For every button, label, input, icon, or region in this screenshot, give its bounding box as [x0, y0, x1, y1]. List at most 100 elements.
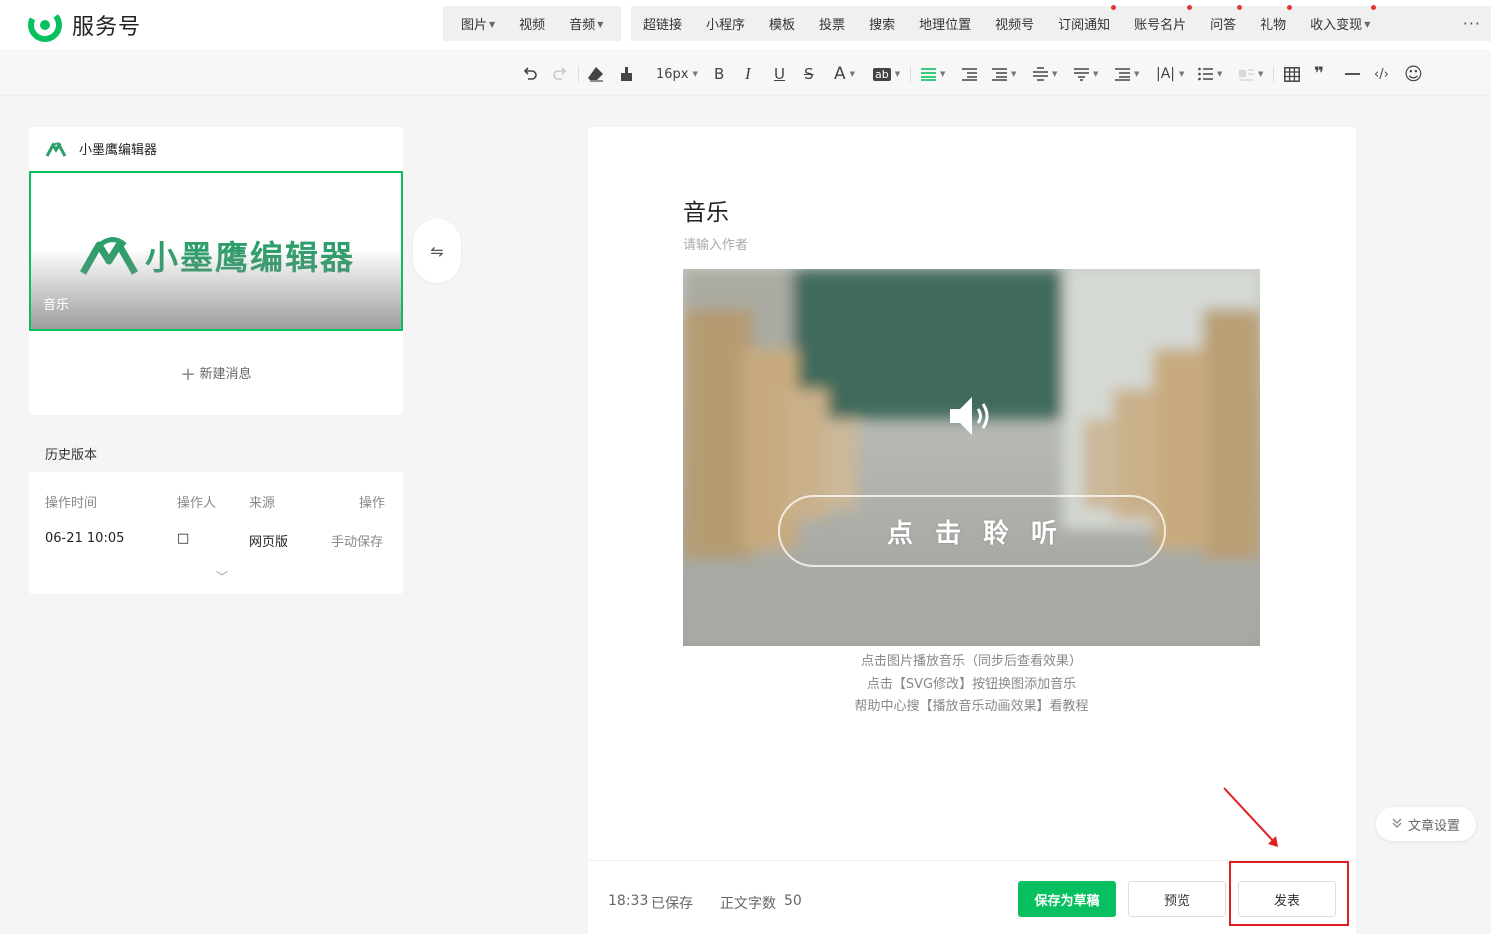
code-button[interactable]: ‹/›: [1374, 62, 1389, 86]
font-color-button[interactable]: A ▼: [834, 62, 855, 86]
new-message-button[interactable]: + 新建消息: [29, 363, 403, 385]
media-menu-label: 视频: [519, 18, 546, 33]
bold-button[interactable]: B: [714, 62, 724, 86]
paragraph-after-button[interactable]: ▼: [1074, 62, 1098, 86]
history-row-action[interactable]: 手动保存: [331, 531, 383, 550]
insert-menu-item[interactable]: 小程序: [694, 14, 757, 33]
font-size-value: 16px: [656, 66, 689, 82]
insert-menu-item[interactable]: 模板: [757, 14, 807, 33]
caption-line: 点击图片播放音乐（同步后查看效果）: [860, 654, 1082, 669]
align-button[interactable]: ▼: [921, 62, 945, 86]
undo-icon[interactable]: [522, 62, 538, 86]
format-painter-icon[interactable]: [618, 62, 634, 86]
italic-icon: I: [745, 64, 751, 83]
letter-spacing-button[interactable]: |A| ▼: [1156, 62, 1184, 86]
plus-icon: +: [180, 364, 196, 385]
cover-title: 音乐: [43, 298, 70, 313]
insert-menu-label: 收入变现: [1310, 18, 1363, 33]
insert-menu-item[interactable]: 超链接: [631, 14, 694, 33]
new-badge-dot: [1371, 5, 1377, 10]
insert-menu-label: 账号名片: [1134, 18, 1187, 33]
annotation-highlight-box: [1229, 861, 1349, 926]
save-draft-button[interactable]: 保存为草稿: [1018, 881, 1116, 917]
insert-menu-item[interactable]: 账号名片: [1122, 5, 1198, 33]
insert-menu-label: 搜索: [869, 18, 896, 33]
insert-menu-label: 问答: [1210, 18, 1237, 33]
word-count-label: 正文字数: [720, 896, 776, 912]
paragraph-after-icon: [1074, 68, 1089, 81]
insert-menu-item[interactable]: 视频号: [983, 14, 1046, 33]
insert-menu-item[interactable]: 地理位置: [907, 14, 983, 33]
code-icon: ‹/›: [1374, 66, 1389, 82]
quote-button[interactable]: ❞: [1314, 62, 1324, 86]
indent-icon: [962, 68, 977, 81]
swap-icon: ⇋: [430, 241, 444, 261]
speaker-icon: [950, 397, 989, 435]
table-button[interactable]: [1284, 62, 1300, 86]
bulleted-list-icon: [1198, 67, 1213, 81]
chevron-down-icon[interactable]: ﹀: [216, 568, 228, 585]
article-cover-card[interactable]: 小墨鹰编辑器 音乐: [29, 171, 403, 331]
insert-menu-item[interactable]: 订阅通知: [1046, 5, 1122, 33]
media-menu-item[interactable]: 视频: [507, 14, 557, 33]
brand-name: 服务号: [72, 15, 142, 40]
paragraph-spacing-button[interactable]: ▼: [1033, 62, 1057, 86]
new-badge-dot: [1237, 5, 1243, 10]
caption-line: 帮助中心搜【播放音乐动画效果】看教程: [854, 699, 1089, 714]
music-cover-image[interactable]: 点击聆听: [683, 269, 1260, 646]
media-menu-item[interactable]: 音频 ▼: [557, 14, 615, 33]
listen-button-label: 点击聆听: [886, 518, 1079, 549]
brand[interactable]: 服务号: [28, 8, 141, 42]
emoji-button[interactable]: ☺: [1404, 62, 1423, 86]
top-bar: 服务号 图片 ▼ 视频 音频 ▼ 超链接 小程序 模板 投票 搜索 地理位置 视频号 订阅通知 账号名片…: [0, 0, 1491, 50]
redo-icon[interactable]: [552, 62, 568, 86]
strikethrough-button[interactable]: S: [804, 62, 814, 86]
insert-menu-item[interactable]: 投票: [807, 14, 857, 33]
editor-brand-name: 小墨鹰编辑器: [79, 143, 158, 158]
author-input[interactable]: 请输入作者: [683, 234, 748, 253]
float-image-button[interactable]: ▼: [1239, 62, 1263, 86]
italic-button[interactable]: I: [745, 62, 751, 86]
list-spacing-icon: [1115, 68, 1130, 81]
insert-menu-item[interactable]: 问答: [1198, 5, 1248, 33]
swap-order-button[interactable]: ⇋: [413, 219, 461, 283]
history-col-source: 来源: [249, 496, 276, 511]
listen-button[interactable]: 点击聆听: [778, 495, 1166, 567]
bold-icon: B: [714, 65, 725, 83]
divider-button[interactable]: [1345, 62, 1360, 86]
xiaomoying-logo-icon: [45, 141, 67, 157]
background-color-button[interactable]: ab ▼: [873, 62, 900, 86]
preview-button[interactable]: 预览: [1128, 881, 1226, 917]
line-height-button[interactable]: ▼: [992, 62, 1016, 86]
eraser-icon[interactable]: [587, 62, 604, 86]
article-settings-label: 文章设置: [1407, 818, 1460, 834]
font-color-icon: A: [834, 64, 846, 84]
article-title-input[interactable]: 音乐: [683, 193, 729, 227]
new-badge-dot: [1111, 5, 1117, 10]
toolbar-divider: [910, 66, 911, 82]
underline-button[interactable]: U: [774, 62, 785, 86]
insert-menu-item[interactable]: 搜索: [857, 14, 907, 33]
insert-menu-label: 礼物: [1260, 18, 1287, 33]
saved-time: 18:33: [608, 893, 649, 909]
font-size-select[interactable]: 16px ▼: [656, 62, 698, 86]
insert-menu-item[interactable]: 收入变现 ▼: [1298, 5, 1382, 33]
history-row-source: 网页版: [249, 535, 289, 550]
media-menu-item[interactable]: 图片 ▼: [449, 14, 507, 33]
article-settings-button[interactable]: 文章设置: [1376, 807, 1476, 841]
list-button[interactable]: ▼: [1198, 62, 1222, 86]
indent-button[interactable]: [962, 62, 977, 86]
insert-menu-item[interactable]: 礼物: [1248, 5, 1298, 33]
letter-spacing-icon: |A|: [1156, 66, 1176, 82]
toolbar-divider: [578, 66, 579, 82]
more-menu-button[interactable]: ···: [1455, 6, 1489, 41]
align-justify-icon: [921, 68, 936, 81]
history-row-operator: □: [177, 531, 190, 546]
background-color-icon: ab: [873, 67, 891, 81]
format-toolbar: 16px ▼ B I U S A ▼ ab ▼ ▼ ▼ ▼ ▼ ▼ |A| ▼ ▼ ▼ …: [0, 51, 1491, 96]
list-spacing-button[interactable]: ▼: [1115, 62, 1139, 86]
line-height-icon: [992, 68, 1007, 81]
history-card: 操作时间 操作人 来源 操作 06-21 10:05 □ 网页版 手动保存 ﹀: [29, 472, 403, 594]
insert-menu-label: 订阅通知: [1058, 18, 1111, 33]
wechat-service-logo-icon: [28, 8, 62, 42]
